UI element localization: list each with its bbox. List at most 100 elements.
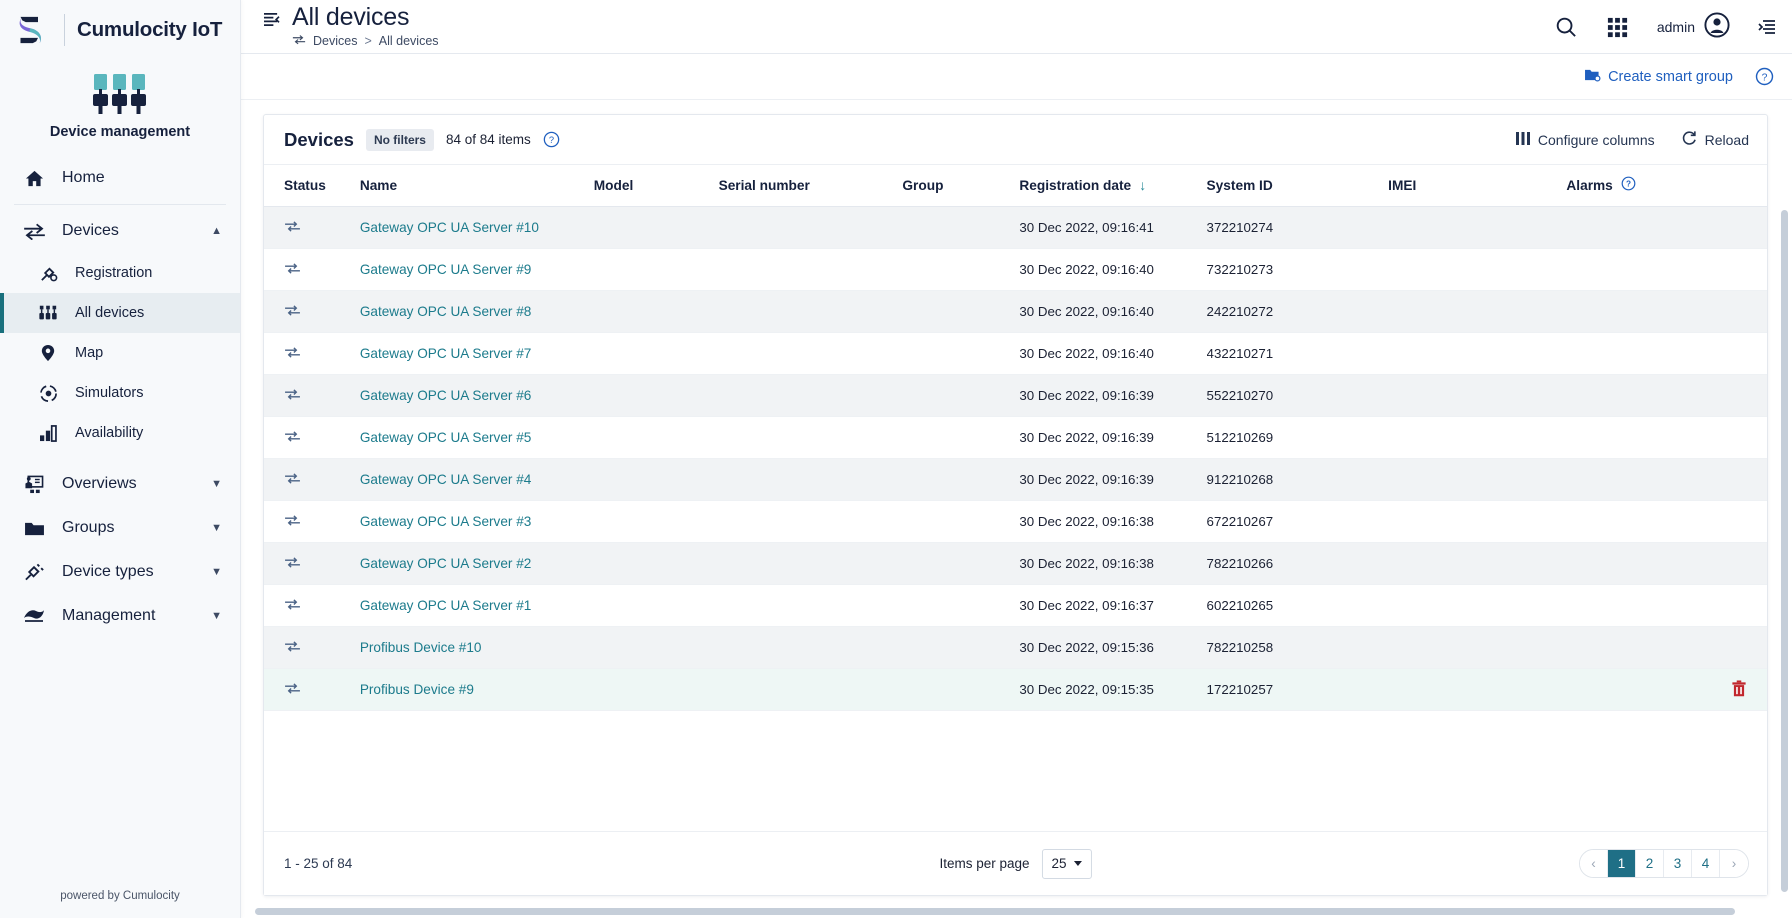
table-row[interactable]: Gateway OPC UA Server #1 30 Dec 2022, 09:… (264, 584, 1767, 627)
arrow-down-icon[interactable]: ↓ (1139, 178, 1146, 192)
card-header-actions: Configure columns Reload (1515, 130, 1749, 149)
table-row[interactable]: Gateway OPC UA Server #6 30 Dec 2022, 09:… (264, 374, 1767, 417)
column-header-registration-date[interactable]: Registration date ↓ (1019, 165, 1207, 207)
sidebar-item-availability[interactable]: Availability (0, 413, 240, 453)
breadcrumb-parent[interactable]: Devices (313, 34, 357, 48)
device-name-link[interactable]: Gateway OPC UA Server #8 (360, 304, 532, 319)
chevron-right-icon[interactable]: › (1720, 850, 1748, 877)
column-header-serial-number[interactable]: Serial number (718, 165, 903, 207)
page-title: All devices (292, 3, 410, 31)
column-header-name[interactable]: Name (359, 165, 594, 207)
cell-status (264, 668, 360, 711)
device-name-link[interactable]: Gateway OPC UA Server #2 (360, 556, 532, 571)
horizontal-scrollbar[interactable] (255, 908, 1735, 915)
device-name-link[interactable]: Gateway OPC UA Server #3 (360, 514, 532, 529)
device-name-link[interactable]: Profibus Device #10 (360, 640, 482, 655)
reload-button[interactable]: Reload (1681, 130, 1749, 149)
sidebar-item-management[interactable]: Management ▼ (0, 594, 240, 638)
sidebar-item-label: Availability (75, 425, 144, 441)
cell-model (593, 542, 719, 585)
breadcrumb: Devices > All devices (292, 34, 439, 48)
help-circle-icon[interactable]: ? (543, 131, 560, 148)
svg-text:?: ? (1762, 73, 1768, 84)
table-row[interactable]: Gateway OPC UA Server #9 30 Dec 2022, 09:… (264, 248, 1767, 291)
table-row[interactable]: Gateway OPC UA Server #8 30 Dec 2022, 09:… (264, 290, 1767, 333)
table-row[interactable]: Gateway OPC UA Server #3 30 Dec 2022, 09:… (264, 500, 1767, 543)
help-circle-icon[interactable]: ? (1755, 67, 1774, 86)
search-icon[interactable] (1555, 16, 1578, 39)
brand-header[interactable]: Cumulocity IoT (0, 0, 240, 60)
cell-registration-date: 30 Dec 2022, 09:16:40 (1019, 248, 1207, 291)
cell-name: Profibus Device #10 (359, 626, 594, 669)
column-header-group[interactable]: Group (902, 165, 1020, 207)
sidebar-item-all-devices[interactable]: All devices (0, 293, 240, 333)
cell-serial-number (718, 668, 903, 711)
sidebar-item-home[interactable]: Home (0, 156, 240, 200)
column-header-status[interactable]: Status (264, 165, 360, 207)
page-button-3[interactable]: 3 (1664, 850, 1692, 877)
table-row[interactable]: Gateway OPC UA Server #2 30 Dec 2022, 09:… (264, 542, 1767, 585)
sidebar-item-overviews[interactable]: Overviews ▼ (0, 462, 240, 506)
cell-serial-number (718, 500, 903, 543)
table-row[interactable]: Gateway OPC UA Server #5 30 Dec 2022, 09:… (264, 416, 1767, 459)
device-name-link[interactable]: Gateway OPC UA Server #9 (360, 262, 532, 277)
no-filters-badge[interactable]: No filters (365, 128, 434, 151)
chevron-down-icon[interactable]: ▼ (211, 610, 222, 622)
table-row[interactable]: Profibus Device #9 30 Dec 2022, 09:15:35 1… (264, 668, 1767, 711)
topbar: All devices Devices > All devices admin (241, 0, 1792, 54)
cell-imei (1388, 206, 1567, 249)
chevron-down-icon[interactable]: ▼ (211, 522, 222, 534)
device-name-link[interactable]: Gateway OPC UA Server #1 (360, 598, 532, 613)
cell-group (902, 626, 1020, 669)
chevron-up-icon[interactable]: ▲ (211, 225, 222, 237)
right-drawer-toggle-icon[interactable] (1758, 19, 1776, 35)
table-row[interactable]: Gateway OPC UA Server #10 30 Dec 2022, 09… (264, 206, 1767, 249)
table-header-row: Status Name Model Serial number Group Re… (264, 165, 1767, 207)
column-header-alarms[interactable]: Alarms ? (1566, 165, 1767, 207)
page-button-4[interactable]: 4 (1692, 850, 1720, 877)
device-name-link[interactable]: Gateway OPC UA Server #5 (360, 430, 532, 445)
column-header-imei[interactable]: IMEI (1388, 165, 1567, 207)
cell-imei (1388, 626, 1567, 669)
cell-name: Gateway OPC UA Server #9 (359, 248, 594, 291)
sidebar-item-simulators[interactable]: Simulators (0, 373, 240, 413)
sidebar-item-map[interactable]: Map (0, 333, 240, 373)
column-header-system-id[interactable]: System ID (1206, 165, 1389, 207)
vertical-scrollbar[interactable] (1781, 210, 1788, 892)
create-smart-group-button[interactable]: Create smart group (1584, 68, 1733, 86)
items-per-page-select[interactable]: 25 (1041, 848, 1092, 879)
pagination-pages: ‹ 1 2 3 4 › (1579, 849, 1749, 878)
configure-columns-button[interactable]: Configure columns (1515, 131, 1655, 148)
sidebar-item-devices[interactable]: Devices ▲ (0, 209, 240, 253)
cell-system-id: 782210258 (1206, 626, 1389, 669)
device-name-link[interactable]: Gateway OPC UA Server #7 (360, 346, 532, 361)
column-header-model[interactable]: Model (593, 165, 719, 207)
collapse-menu-icon[interactable] (263, 3, 280, 32)
table-row[interactable]: Gateway OPC UA Server #4 30 Dec 2022, 09:… (264, 458, 1767, 501)
device-name-link[interactable]: Gateway OPC UA Server #4 (360, 472, 532, 487)
cell-status (264, 584, 360, 627)
cell-group (902, 542, 1020, 585)
trash-icon[interactable] (1731, 679, 1747, 697)
help-circle-icon[interactable]: ? (1621, 176, 1636, 194)
table-row[interactable]: Gateway OPC UA Server #7 30 Dec 2022, 09:… (264, 332, 1767, 375)
chevron-down-icon[interactable]: ▼ (211, 566, 222, 578)
page-button-1[interactable]: 1 (1608, 850, 1636, 877)
table-row[interactable]: Profibus Device #10 30 Dec 2022, 09:15:36… (264, 626, 1767, 669)
device-name-link[interactable]: Profibus Device #9 (360, 682, 474, 697)
cell-model (593, 668, 719, 711)
chevron-left-icon[interactable]: ‹ (1580, 850, 1608, 877)
sidebar-item-registration[interactable]: Registration (0, 253, 240, 293)
sidebar-item-groups[interactable]: Groups ▼ (0, 506, 240, 550)
sidebar-item-label: Device types (62, 563, 154, 580)
chevron-down-icon[interactable]: ▼ (211, 478, 222, 490)
device-name-link[interactable]: Gateway OPC UA Server #6 (360, 388, 532, 403)
user-menu[interactable]: admin (1657, 11, 1730, 43)
page-button-2[interactable]: 2 (1636, 850, 1664, 877)
app-switcher-grid-icon[interactable] (1606, 16, 1629, 39)
cell-imei (1388, 458, 1567, 501)
device-name-link[interactable]: Gateway OPC UA Server #10 (360, 220, 539, 235)
sidebar-item-device-types[interactable]: Device types ▼ (0, 550, 240, 594)
cell-imei (1388, 332, 1567, 375)
